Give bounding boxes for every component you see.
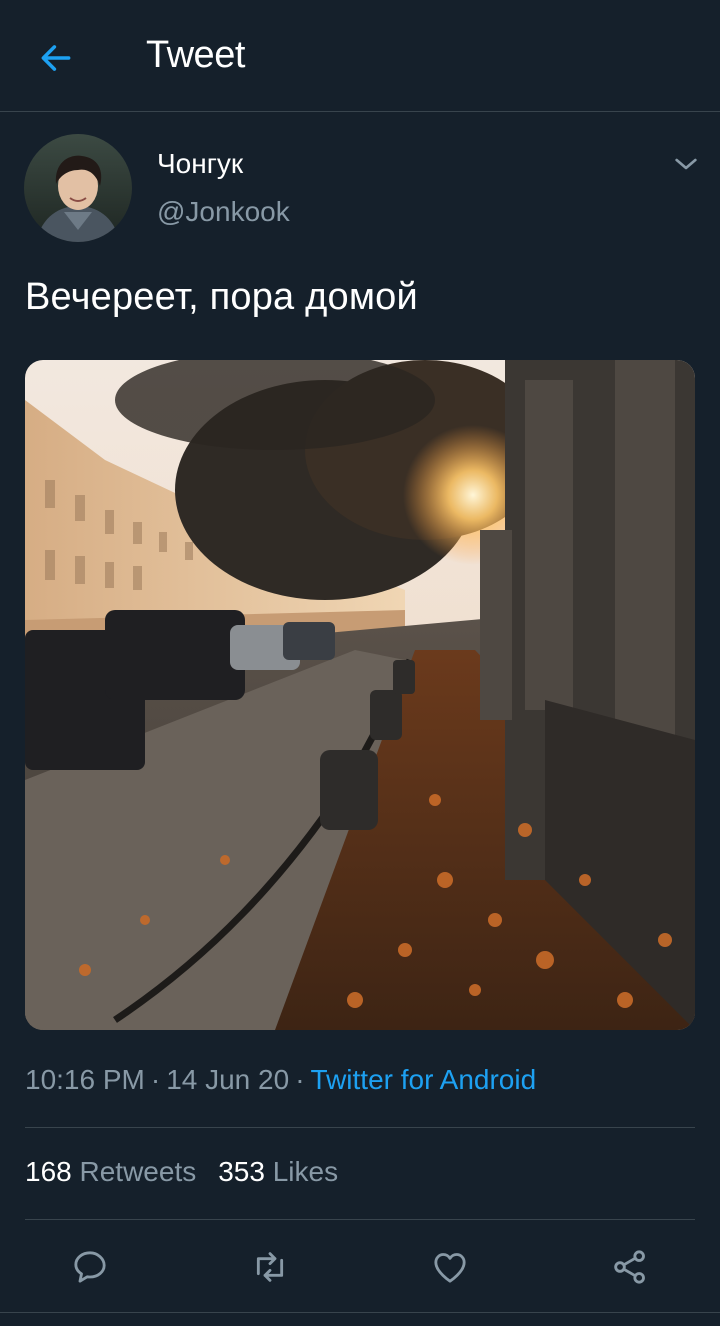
share-button[interactable]: [608, 1245, 652, 1289]
like-icon: [434, 1253, 466, 1283]
likes-stat[interactable]: 353 Likes: [218, 1156, 338, 1187]
like-button[interactable]: [428, 1245, 472, 1289]
divider: [0, 1312, 720, 1313]
more-options-button[interactable]: [670, 148, 702, 180]
arrow-left-icon: [41, 45, 71, 71]
back-button[interactable]: [36, 38, 76, 78]
author-name[interactable]: Чонгук: [157, 148, 243, 180]
meta-separator: ·: [150, 1064, 161, 1095]
tweet-text: Вечереет, пора домой: [25, 276, 418, 318]
retweets-label: Retweets: [79, 1156, 197, 1187]
tweet-date: 14 Jun 20: [166, 1064, 290, 1095]
likes-label: Likes: [272, 1156, 339, 1187]
chevron-down-icon: [675, 158, 697, 170]
retweets-count: 168: [25, 1156, 72, 1187]
page-title: Tweet: [146, 34, 245, 76]
reply-button[interactable]: [68, 1245, 112, 1289]
tweet-source-link[interactable]: Twitter for Android: [311, 1064, 537, 1095]
retweets-stat[interactable]: 168 Retweets: [25, 1156, 196, 1187]
share-icon: [614, 1250, 645, 1284]
top-bar: Tweet: [0, 0, 720, 112]
tweet-meta: 10:16 PM · 14 Jun 20 · Twitter for Android: [25, 1064, 536, 1096]
tweet-time: 10:16 PM: [25, 1064, 145, 1095]
divider: [25, 1127, 695, 1128]
meta-separator: ·: [295, 1064, 305, 1095]
avatar[interactable]: [24, 134, 132, 242]
reply-icon: [74, 1251, 106, 1283]
tweet-stats: 168 Retweets 353 Likes: [25, 1156, 360, 1188]
tweet-photo[interactable]: [25, 360, 695, 1030]
retweet-icon: [256, 1252, 284, 1282]
author-handle[interactable]: @Jonkook: [157, 196, 290, 228]
retweet-button[interactable]: [248, 1245, 292, 1289]
likes-count: 353: [218, 1156, 265, 1187]
divider: [25, 1219, 695, 1220]
